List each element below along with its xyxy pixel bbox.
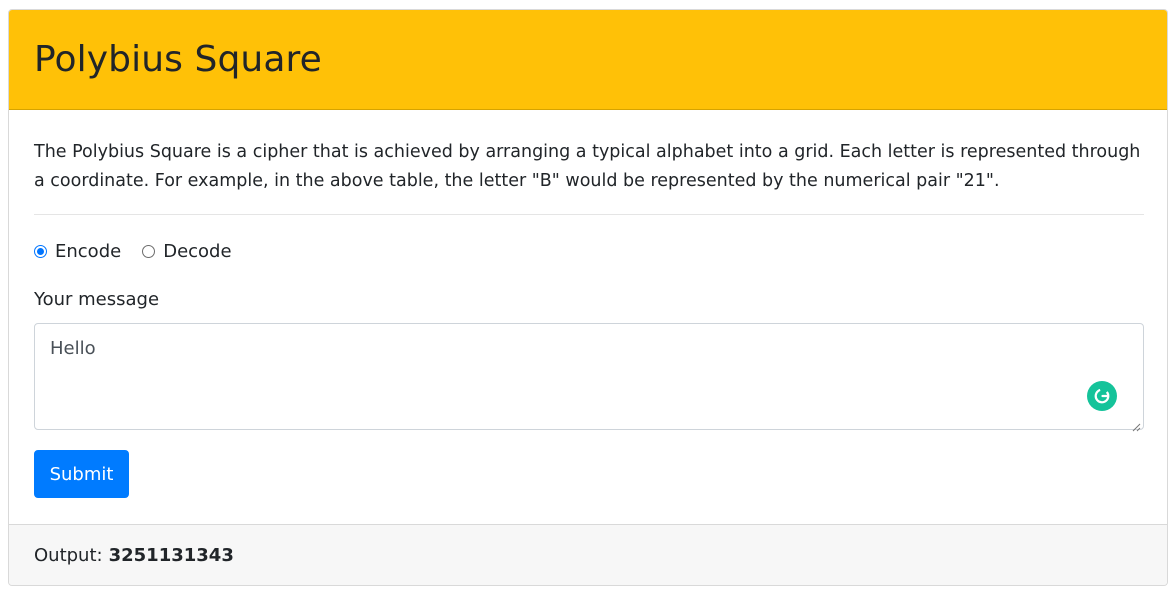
card-header: Polybius Square [9, 10, 1167, 110]
resize-handle-icon[interactable] [1131, 417, 1141, 432]
encode-radio[interactable] [34, 244, 47, 258]
decode-label: Decode [163, 240, 232, 262]
page-title: Polybius Square [34, 39, 322, 80]
encode-label: Encode [55, 240, 122, 262]
encode-option[interactable]: Encode [34, 241, 121, 262]
mode-radio-group: Encode Decode [34, 239, 1142, 263]
decode-option[interactable]: Decode [142, 240, 232, 262]
grammarly-icon[interactable] [1087, 381, 1117, 411]
cipher-card: Polybius Square The Polybius Square is a… [8, 9, 1168, 586]
submit-button[interactable]: Submit [34, 450, 129, 498]
message-textarea[interactable]: Hello [34, 323, 1144, 430]
description-text: The Polybius Square is a cipher that is … [34, 142, 1141, 191]
output-footer: Output: 3251131343 [9, 524, 1167, 585]
message-label: Your message [34, 289, 160, 310]
message-field-wrapper: Hello [34, 323, 1144, 432]
card-body: The Polybius Square is a cipher that is … [9, 110, 1167, 498]
output-value: 3251131343 [108, 544, 234, 566]
decode-radio[interactable] [142, 244, 156, 258]
output-label: Output: [34, 544, 103, 566]
divider [34, 214, 1144, 215]
